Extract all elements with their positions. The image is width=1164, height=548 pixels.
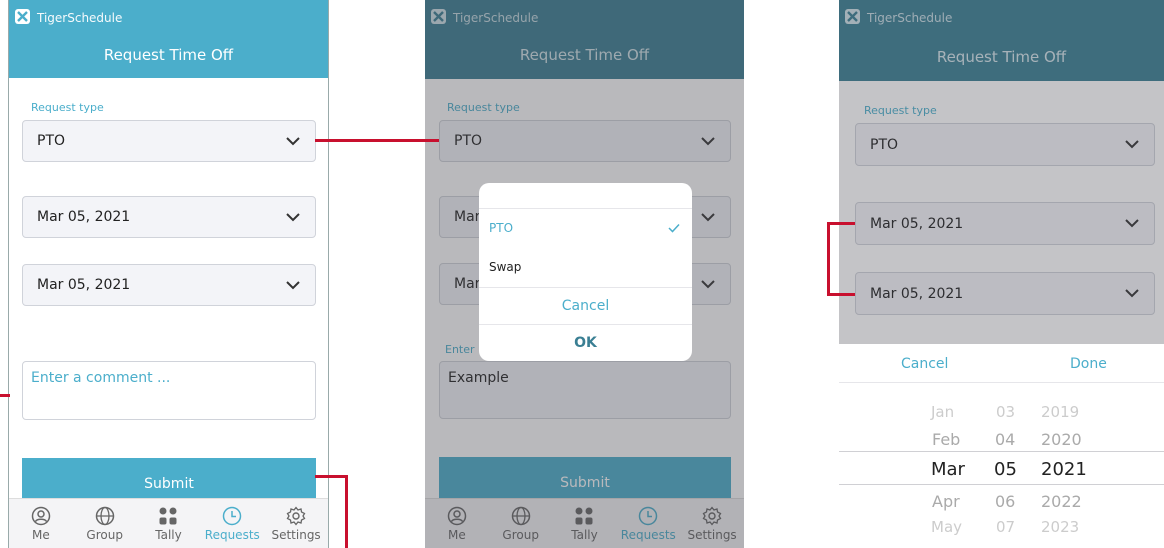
tab-me[interactable]: Me [9,499,73,548]
comment-placeholder: Enter a comment ... [31,370,171,386]
submit-button[interactable]: Submit [22,458,316,500]
connector-line [0,394,10,397]
day-option[interactable]: 03 [996,403,1015,421]
day-selected[interactable]: 05 [994,459,1017,480]
year-option[interactable]: 2020 [1041,430,1082,449]
page-title: Request Time Off [103,46,234,64]
month-selected[interactable]: Mar [931,459,965,480]
tab-tally[interactable]: Tally [137,499,201,548]
divider [479,208,692,209]
clock-icon [223,506,242,526]
request-type-select[interactable]: PTO [22,120,316,162]
dialog-ok-button[interactable]: OK [479,335,692,351]
year-option[interactable]: 2023 [1041,518,1079,536]
globe-icon [95,506,114,526]
picker-done-button[interactable]: Done [1070,356,1107,372]
connector-line [827,222,855,225]
app-logo-icon [15,9,30,24]
picker-cancel-button[interactable]: Cancel [901,356,948,372]
selection-line-top [839,451,1164,452]
year-selected[interactable]: 2021 [1041,459,1087,480]
divider [479,324,692,325]
grid-icon [159,507,177,525]
connector-line [827,222,830,296]
tab-bar: Me Group Tally Requests Settings [9,498,328,548]
screen-request-form: TigerSchedule Request Time Off Request t… [8,0,329,548]
comment-input[interactable]: Enter a comment ... [22,361,316,420]
tab-requests[interactable]: Requests [200,499,264,548]
divider [839,382,1164,383]
person-icon [31,506,51,526]
connector-line [315,139,439,142]
day-option[interactable]: 06 [995,492,1015,511]
day-option[interactable]: 04 [995,430,1015,449]
chevron-down-icon [286,137,300,146]
app-bar: TigerSchedule Request Time Off [9,0,328,78]
divider [479,287,692,288]
end-date-value: Mar 05, 2021 [37,277,131,293]
month-option[interactable]: Jan [931,403,954,421]
chevron-down-icon [286,213,300,222]
screen-date-picker: TigerSchedule Request Time Off Request t… [839,0,1164,548]
option-pto[interactable]: PTO [489,221,513,235]
chevron-down-icon [286,281,300,290]
tab-label: Tally [155,528,182,542]
end-date-select[interactable]: Mar 05, 2021 [22,264,316,306]
connector-line [345,475,348,548]
screen-type-dialog: TigerSchedule Request Time Off Request t… [425,0,744,548]
request-type-label: Request type [31,101,104,114]
request-type-dialog: PTO Swap Cancel OK [479,183,692,361]
year-option[interactable]: 2022 [1041,492,1082,511]
dialog-cancel-button[interactable]: Cancel [479,298,692,314]
tab-group[interactable]: Group [73,499,137,548]
date-picker: Cancel Done Jan Feb Mar Apr May 03 04 05… [839,344,1164,548]
tab-label: Group [86,528,123,542]
app-name: TigerSchedule [37,11,123,25]
gear-icon [286,506,306,526]
selection-line-bottom [839,484,1164,485]
tab-label: Me [32,528,50,542]
tab-label: Requests [204,528,260,542]
checkmark-icon [668,223,680,233]
option-swap[interactable]: Swap [489,260,521,274]
month-option[interactable]: May [931,518,962,536]
month-option[interactable]: Feb [932,430,960,449]
day-option[interactable]: 07 [996,518,1015,536]
start-date-value: Mar 05, 2021 [37,209,131,225]
tab-label: Settings [271,528,321,542]
request-type-value: PTO [37,133,66,149]
year-option[interactable]: 2019 [1041,403,1079,421]
month-option[interactable]: Apr [932,492,960,511]
connector-line [827,293,855,296]
start-date-select[interactable]: Mar 05, 2021 [22,196,316,238]
tab-settings[interactable]: Settings [264,499,328,548]
connector-line [315,475,348,478]
